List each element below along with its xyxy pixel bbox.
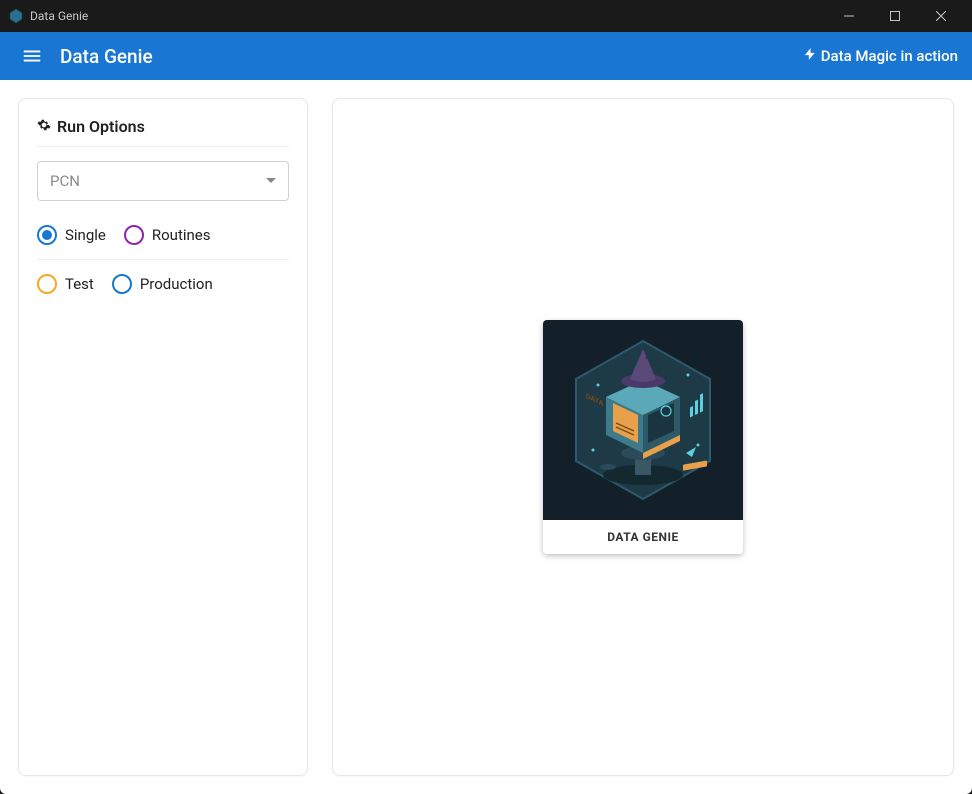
radio-icon [112, 274, 132, 294]
maximize-button[interactable] [872, 0, 918, 32]
pcn-select[interactable]: PCN [37, 161, 289, 201]
chevron-down-icon [266, 172, 276, 190]
hero-card: DATA [543, 320, 743, 554]
section-header: Run Options [37, 117, 289, 147]
radio-test[interactable]: Test [37, 274, 94, 294]
section-title: Run Options [57, 117, 145, 136]
app-topbar: Data Genie Data Magic in action [0, 32, 972, 80]
run-options-panel: Run Options PCN Single Routines [18, 98, 308, 776]
radio-label: Routines [152, 226, 211, 244]
radio-label: Test [65, 275, 94, 293]
gear-icon [37, 117, 51, 136]
radio-dot-icon [42, 230, 52, 240]
radio-icon [124, 225, 144, 245]
window-titlebar: Data Genie [0, 0, 972, 32]
radio-production[interactable]: Production [112, 274, 213, 294]
window-title: Data Genie [30, 9, 88, 23]
radio-group-env: Test Production [37, 266, 289, 302]
hexagon-badge-icon: DATA [568, 335, 718, 505]
lightning-icon [803, 47, 817, 65]
app-icon [8, 8, 24, 24]
hero-image: DATA [543, 320, 743, 520]
content-area: Run Options PCN Single Routines [0, 80, 972, 794]
radio-single[interactable]: Single [37, 225, 106, 245]
tagline: Data Magic in action [803, 47, 958, 65]
select-value: PCN [50, 172, 80, 190]
radio-routines[interactable]: Routines [124, 225, 211, 245]
radio-icon [37, 225, 57, 245]
radio-group-mode: Single Routines [37, 217, 289, 260]
app-title: Data Genie [60, 45, 153, 68]
radio-label: Single [65, 226, 106, 244]
menu-button[interactable] [14, 38, 50, 74]
radio-label: Production [140, 275, 213, 293]
tagline-text: Data Magic in action [821, 47, 958, 65]
radio-icon [37, 274, 57, 294]
main-panel: DATA [332, 98, 954, 776]
app-window: Data Genie Data Magic in action Run Opti… [0, 32, 972, 794]
minimize-button[interactable] [826, 0, 872, 32]
card-caption: DATA GENIE [543, 520, 743, 554]
close-button[interactable] [918, 0, 964, 32]
